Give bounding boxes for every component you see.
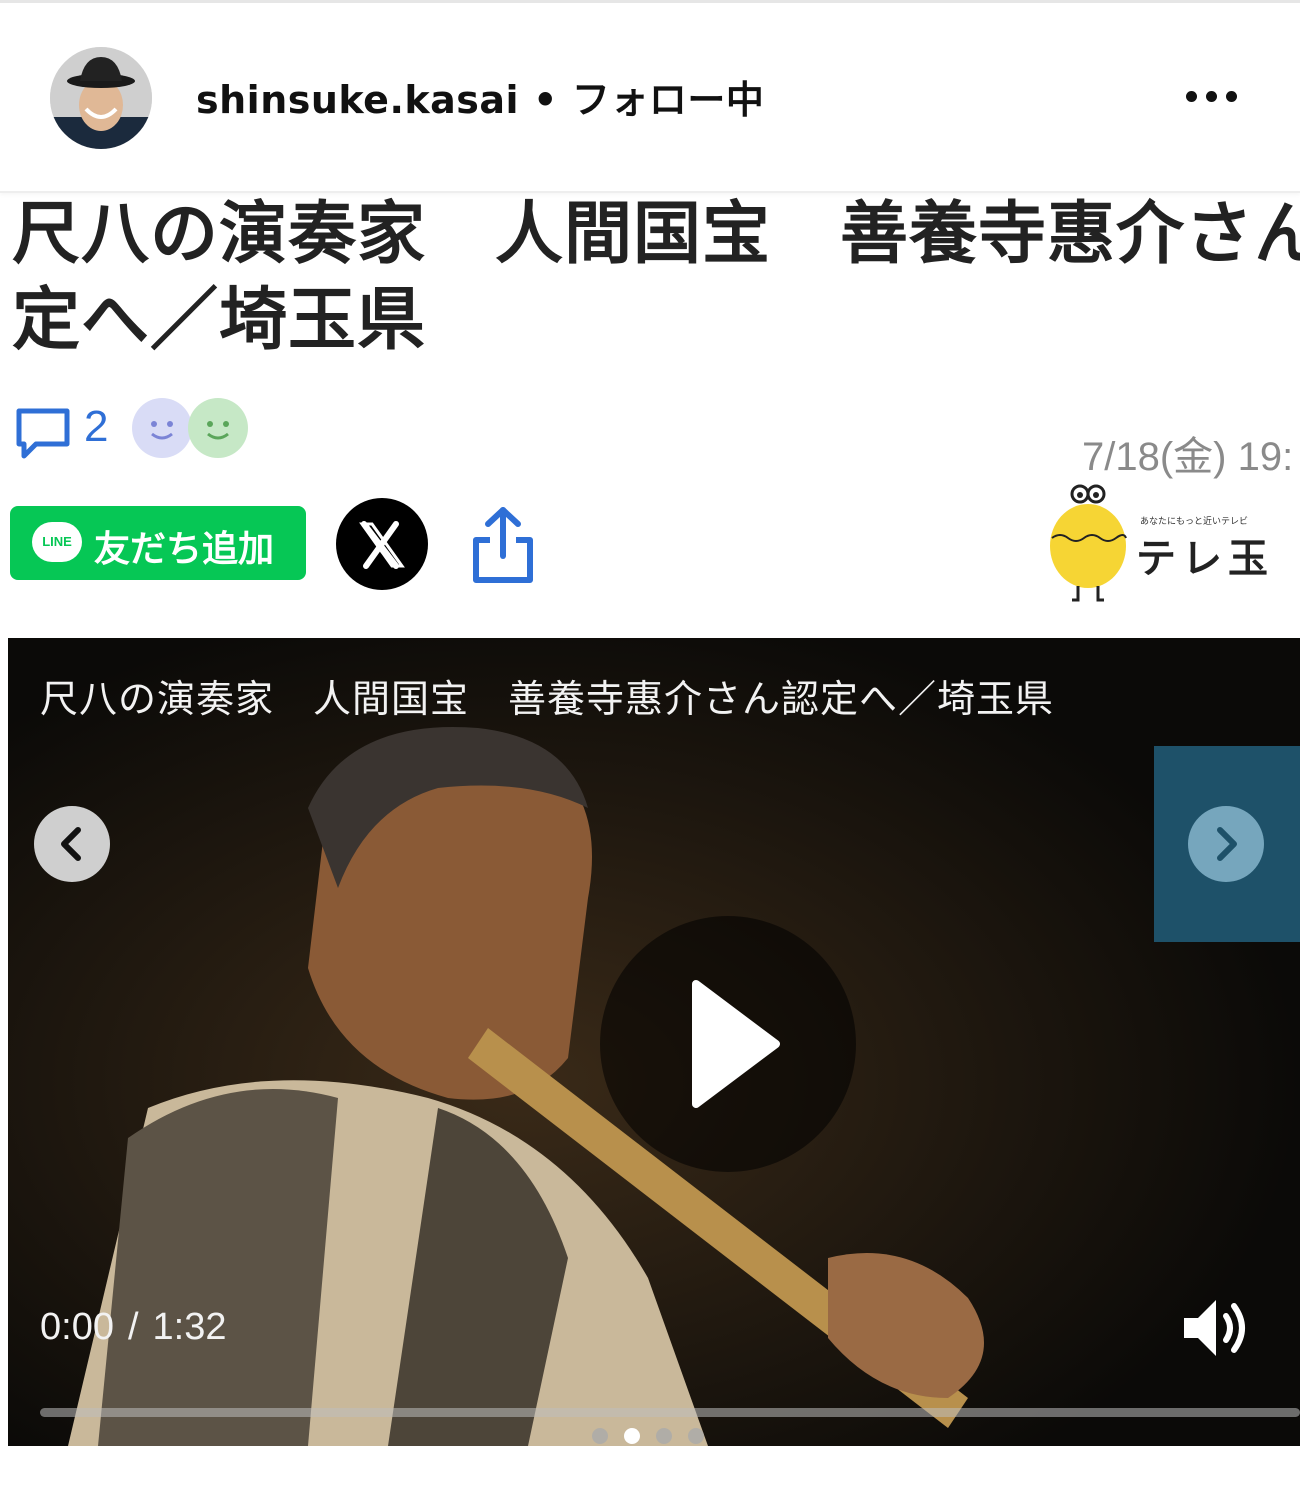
headline-line-1: 尺八の演奏家 人間国宝 善養寺惠介さん bbox=[12, 195, 1300, 274]
slide-dot[interactable] bbox=[656, 1428, 672, 1444]
video-title: 尺八の演奏家 人間国宝 善養寺惠介さん認定へ／埼玉県 bbox=[40, 677, 1055, 721]
mascot-icon bbox=[1050, 484, 1127, 602]
next-slide-button[interactable] bbox=[1188, 806, 1264, 882]
brand-logo[interactable]: あなたにもっと近いテレビ テレ玉 bbox=[1040, 480, 1280, 605]
slide-dot[interactable] bbox=[592, 1428, 608, 1444]
username[interactable]: shinsuke.kasai bbox=[196, 78, 519, 122]
line-add-friend-button[interactable]: LINE 友だち追加 bbox=[10, 506, 306, 580]
slide-dot[interactable] bbox=[624, 1428, 640, 1444]
article-headline: 尺八の演奏家 人間国宝 善養寺惠介さん 定へ／埼玉県 bbox=[12, 192, 1300, 364]
more-horizontal-icon[interactable] bbox=[1182, 91, 1242, 107]
line-logo-icon: LINE bbox=[32, 522, 82, 562]
volume-icon bbox=[1184, 1300, 1245, 1356]
play-icon bbox=[692, 980, 780, 1108]
time-separator: / bbox=[127, 1306, 139, 1348]
headline-line-2: 定へ／埼玉県 bbox=[12, 281, 427, 360]
x-logo-icon bbox=[359, 521, 405, 569]
line-button-label: 友だち追加 bbox=[94, 529, 275, 570]
brand-name: テレ玉 bbox=[1136, 535, 1274, 582]
avatar[interactable] bbox=[50, 47, 152, 149]
x-share-button[interactable] bbox=[336, 498, 428, 590]
separator-dot: • bbox=[533, 78, 558, 122]
share-upload-icon bbox=[473, 507, 533, 583]
chevron-left-icon bbox=[61, 827, 81, 861]
comment-count: 2 bbox=[84, 402, 109, 451]
time-display: 0:00 / 1:32 bbox=[40, 1306, 227, 1349]
video-player[interactable]: 尺八の演奏家 人間国宝 善養寺惠介さん認定へ／埼玉県 0:00 / 1:32 bbox=[8, 638, 1300, 1446]
progress-bar[interactable] bbox=[40, 1408, 1300, 1417]
current-time: 0:00 bbox=[40, 1306, 114, 1348]
previous-slide-button[interactable] bbox=[34, 806, 110, 882]
reaction-smile-icon bbox=[132, 398, 192, 458]
chevron-right-icon bbox=[1217, 827, 1237, 861]
slide-dot[interactable] bbox=[688, 1428, 704, 1444]
comment-bubble-icon[interactable] bbox=[14, 406, 72, 464]
slide-indicator bbox=[592, 1428, 712, 1446]
duration: 1:32 bbox=[152, 1306, 227, 1348]
play-button[interactable] bbox=[600, 916, 856, 1172]
reaction-happy-icon bbox=[188, 398, 248, 458]
post-header: shinsuke.kasai • フォロー中 bbox=[0, 3, 1300, 193]
timestamp: 7/18(金) 19: bbox=[1082, 435, 1294, 479]
volume-button[interactable] bbox=[1176, 1290, 1252, 1366]
user-line: shinsuke.kasai • フォロー中 bbox=[196, 69, 764, 124]
follow-status[interactable]: フォロー中 bbox=[572, 78, 765, 122]
next-slide-panel[interactable] bbox=[1154, 746, 1300, 942]
share-button[interactable] bbox=[468, 504, 538, 588]
